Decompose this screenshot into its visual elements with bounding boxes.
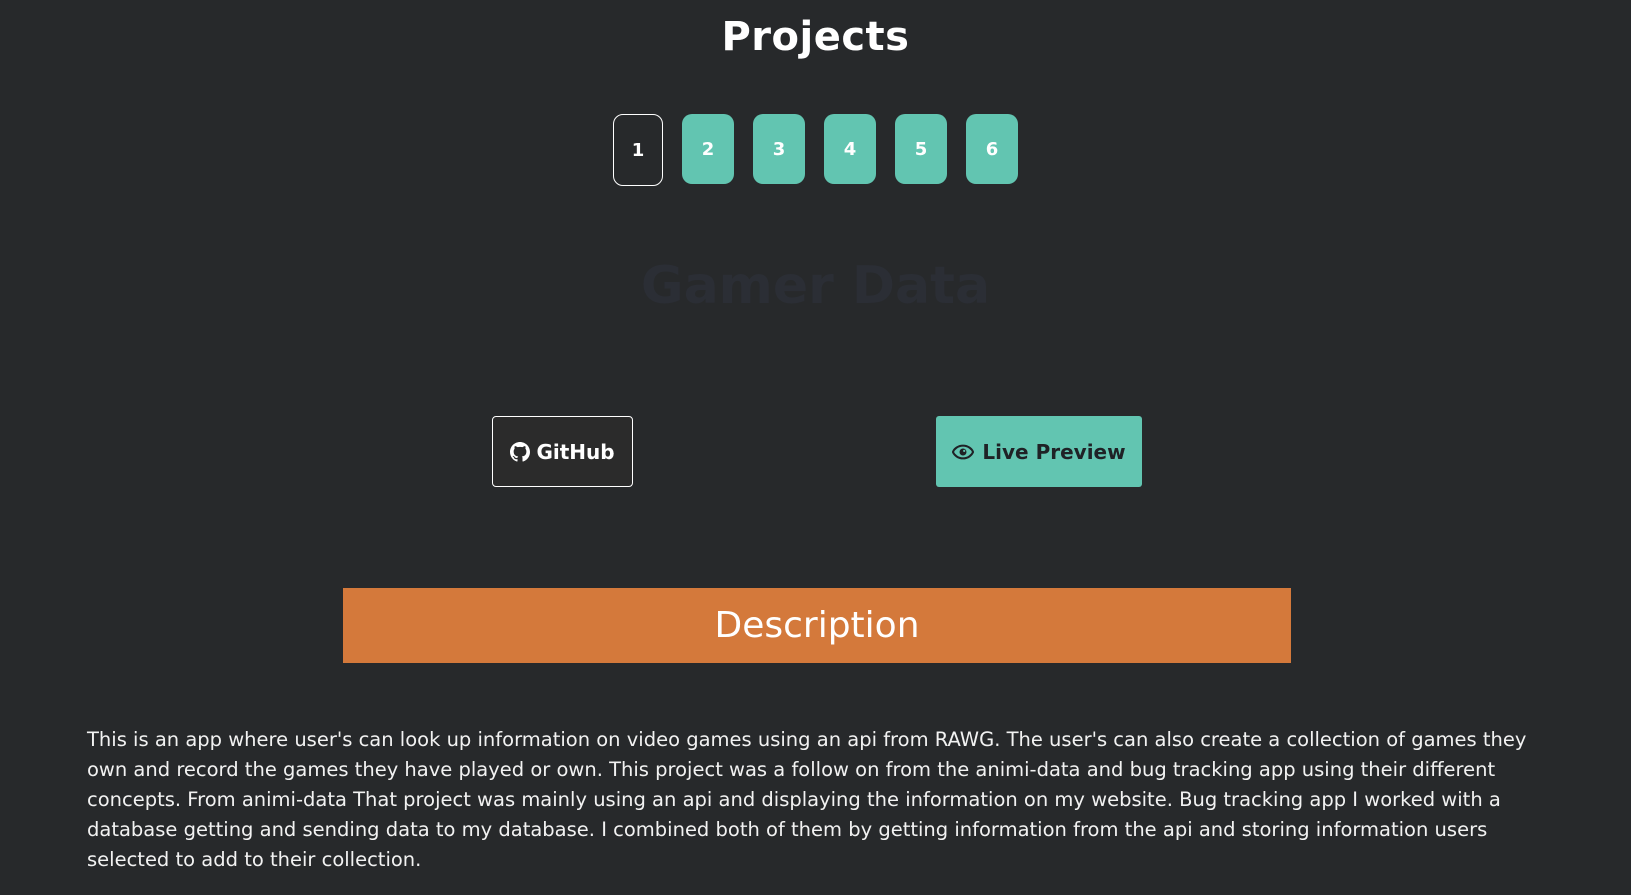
live-preview-label: Live Preview [982, 439, 1126, 464]
description-heading: Description [343, 588, 1291, 663]
live-preview-button[interactable]: Live Preview [936, 416, 1142, 487]
github-label: GitHub [536, 439, 615, 464]
page-button-3[interactable]: 3 [753, 114, 805, 184]
page-button-4[interactable]: 4 [824, 114, 876, 184]
eye-icon [952, 444, 975, 460]
page-button-2[interactable]: 2 [682, 114, 734, 184]
page-title: Projects [721, 14, 910, 60]
page-button-6[interactable]: 6 [966, 114, 1018, 184]
page-button-5[interactable]: 5 [895, 114, 947, 184]
github-icon [510, 441, 531, 462]
page-button-1[interactable]: 1 [613, 114, 663, 186]
project-pagination: 1 2 3 4 5 6 [0, 114, 1631, 186]
github-button[interactable]: GitHub [492, 416, 633, 487]
project-title: Gamer Data [640, 256, 991, 316]
description-text: This is an app where user's can look up … [87, 728, 1527, 871]
